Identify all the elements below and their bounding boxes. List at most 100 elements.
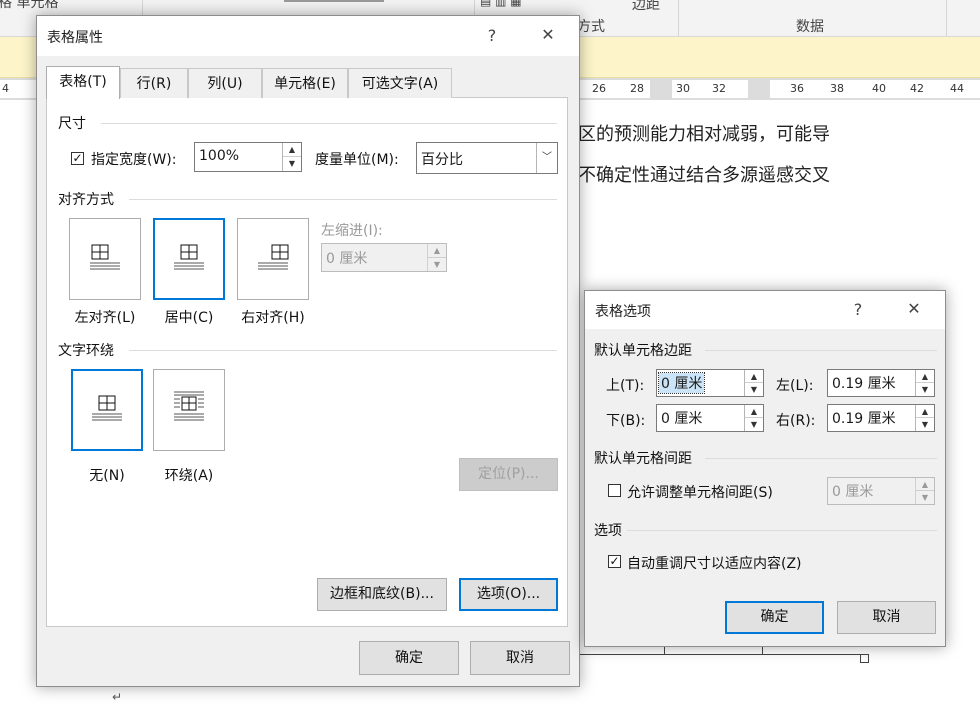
spinner-arrows: ▲ ▼ bbox=[744, 370, 763, 396]
width-value: 100% bbox=[199, 148, 240, 164]
align-center-option[interactable] bbox=[153, 218, 225, 300]
spacing-value: 0 厘米 bbox=[832, 484, 874, 500]
wrapping-section-title: 文字环绕 bbox=[58, 343, 114, 359]
dialog-title: 表格属性 bbox=[47, 30, 103, 46]
arrow-up-icon[interactable]: ▲ bbox=[283, 143, 301, 157]
arrow-down-icon[interactable]: ▼ bbox=[745, 383, 763, 396]
autoresize-checkbox[interactable]: ✓ bbox=[608, 555, 621, 568]
arrow-up-icon[interactable]: ▲ bbox=[916, 370, 934, 383]
align-left-icon bbox=[90, 244, 120, 270]
align-right-icon bbox=[258, 244, 289, 270]
table-properties-dialog: 表格属性 ? ✕ 表格(T) 行(R) 列(U) 单元格(E) 可选文字(A) … bbox=[36, 15, 580, 687]
options-section-title: 选项 bbox=[594, 523, 622, 539]
align-right-option[interactable] bbox=[237, 218, 309, 300]
cancel-button[interactable]: 取消 bbox=[837, 601, 936, 634]
arrow-up-icon[interactable]: ▲ bbox=[916, 405, 934, 418]
tab-panel bbox=[46, 97, 568, 627]
measure-unit-label: 度量单位(M): bbox=[315, 152, 399, 168]
bottom-margin-value: 0 厘米 bbox=[661, 411, 703, 427]
top-margin-label: 上(T): bbox=[606, 378, 645, 394]
arrow-up-icon[interactable]: ▲ bbox=[745, 370, 763, 383]
spinner-arrows: ▲ ▼ bbox=[915, 478, 934, 504]
wrap-none-icon bbox=[92, 395, 122, 421]
align-left-label: 左对齐(L) bbox=[74, 310, 136, 326]
divider bbox=[129, 350, 557, 351]
ruler-number: 42 bbox=[910, 82, 924, 95]
tab-cell[interactable]: 单元格(E) bbox=[262, 68, 348, 98]
tab-table[interactable]: 表格(T) bbox=[46, 66, 120, 99]
size-section-title: 尺寸 bbox=[58, 116, 86, 132]
arrow-down-icon: ▼ bbox=[433, 259, 441, 269]
spinner-arrows: ▲ ▼ bbox=[427, 244, 446, 271]
arrow-down-icon[interactable]: ▼ bbox=[745, 418, 763, 431]
ok-button[interactable]: 确定 bbox=[359, 641, 459, 675]
ruler-number: 40 bbox=[872, 82, 886, 95]
width-spinner[interactable]: 100% ▲ ▼ bbox=[194, 142, 302, 172]
preferred-width-checkbox[interactable]: ✓ bbox=[71, 152, 84, 165]
arrow-down-icon: ▼ bbox=[921, 493, 929, 502]
help-button[interactable]: ? bbox=[477, 26, 507, 45]
paragraph-mark-icon: ↵ bbox=[112, 690, 123, 704]
table-resize-handle[interactable] bbox=[860, 654, 869, 663]
tab-row[interactable]: 行(R) bbox=[120, 68, 188, 98]
ruler-number: 32 bbox=[712, 82, 726, 95]
document-text-line: 区的预测能力相对减弱，可能导 bbox=[578, 124, 830, 145]
arrow-up-icon: ▲ bbox=[428, 244, 446, 258]
options-button[interactable]: 选项(O)... bbox=[459, 578, 558, 611]
ribbon-method-label: 方式 bbox=[577, 19, 605, 35]
ruler-number: 36 bbox=[790, 82, 804, 95]
right-margin-spinner[interactable]: 0.19 厘米 ▲ ▼ bbox=[827, 404, 935, 432]
arrow-up-icon[interactable]: ▲ bbox=[745, 405, 763, 418]
ribbon-align-icons[interactable]: ▤ ▥ ▦ bbox=[480, 0, 522, 8]
document-table-border bbox=[762, 646, 763, 655]
ruler-number: 4 bbox=[2, 82, 9, 95]
cancel-button[interactable]: 取消 bbox=[470, 641, 570, 675]
close-icon[interactable]: ✕ bbox=[533, 25, 563, 44]
tab-column[interactable]: 列(U) bbox=[188, 68, 262, 98]
align-center-icon bbox=[174, 244, 204, 270]
chevron-down-icon[interactable]: ﹀ bbox=[536, 143, 557, 173]
spacing-spinner: 0 厘米 ▲ ▼ bbox=[827, 477, 935, 505]
preferred-width-label: 指定宽度(W): bbox=[91, 152, 177, 168]
borders-shading-button[interactable]: 边框和底纹(B)... bbox=[317, 578, 447, 611]
left-margin-spinner[interactable]: 0.19 厘米 ▲ ▼ bbox=[827, 369, 935, 397]
align-left-option[interactable] bbox=[69, 218, 141, 300]
dialog-title: 表格选项 bbox=[595, 304, 651, 320]
wrap-around-label: 环绕(A) bbox=[164, 468, 214, 484]
tab-alt-text[interactable]: 可选文字(A) bbox=[348, 68, 452, 98]
arrow-down-icon[interactable]: ▼ bbox=[283, 157, 301, 171]
wrap-none-option[interactable] bbox=[71, 369, 143, 451]
ruler-number: 44 bbox=[950, 82, 964, 95]
left-indent-value: 0 厘米 bbox=[326, 251, 368, 267]
top-margin-spinner[interactable]: 0 厘米 ▲ ▼ bbox=[656, 369, 764, 397]
spinner-arrows: ▲ ▼ bbox=[282, 143, 301, 171]
ribbon-separator bbox=[678, 0, 679, 36]
wrap-none-label: 无(N) bbox=[89, 468, 125, 484]
divider bbox=[705, 350, 937, 351]
arrow-down-icon[interactable]: ▼ bbox=[916, 418, 934, 431]
allow-spacing-checkbox[interactable] bbox=[608, 484, 621, 497]
alignment-section-title: 对齐方式 bbox=[58, 192, 114, 208]
help-button[interactable]: ? bbox=[843, 300, 873, 319]
spinner-arrows: ▲ ▼ bbox=[915, 405, 934, 431]
spinner-arrows: ▲ ▼ bbox=[744, 405, 763, 431]
wrap-around-icon bbox=[174, 391, 204, 421]
ruler-number: 26 bbox=[592, 82, 606, 95]
arrow-down-icon[interactable]: ▼ bbox=[916, 383, 934, 396]
document-table-border bbox=[578, 654, 866, 655]
left-indent-label: 左缩进(I): bbox=[321, 223, 383, 239]
divider bbox=[705, 458, 937, 459]
close-icon[interactable]: ✕ bbox=[899, 299, 929, 318]
left-margin-label: 左(L): bbox=[776, 378, 814, 394]
divider bbox=[101, 123, 557, 124]
divider bbox=[627, 530, 937, 531]
align-center-label: 居中(C) bbox=[164, 310, 214, 326]
ruler-number: 28 bbox=[630, 82, 644, 95]
wrap-around-option[interactable] bbox=[153, 369, 225, 451]
measure-unit-select[interactable]: 百分比 ﹀ bbox=[416, 142, 558, 174]
ok-button[interactable]: 确定 bbox=[725, 601, 824, 634]
arrow-up-icon: ▲ bbox=[916, 478, 934, 491]
bottom-margin-spinner[interactable]: 0 厘米 ▲ ▼ bbox=[656, 404, 764, 432]
ribbon-cell-label[interactable]: 格 单元格 bbox=[0, 0, 58, 12]
ribbon-margin-label[interactable]: 边距 bbox=[632, 0, 660, 14]
